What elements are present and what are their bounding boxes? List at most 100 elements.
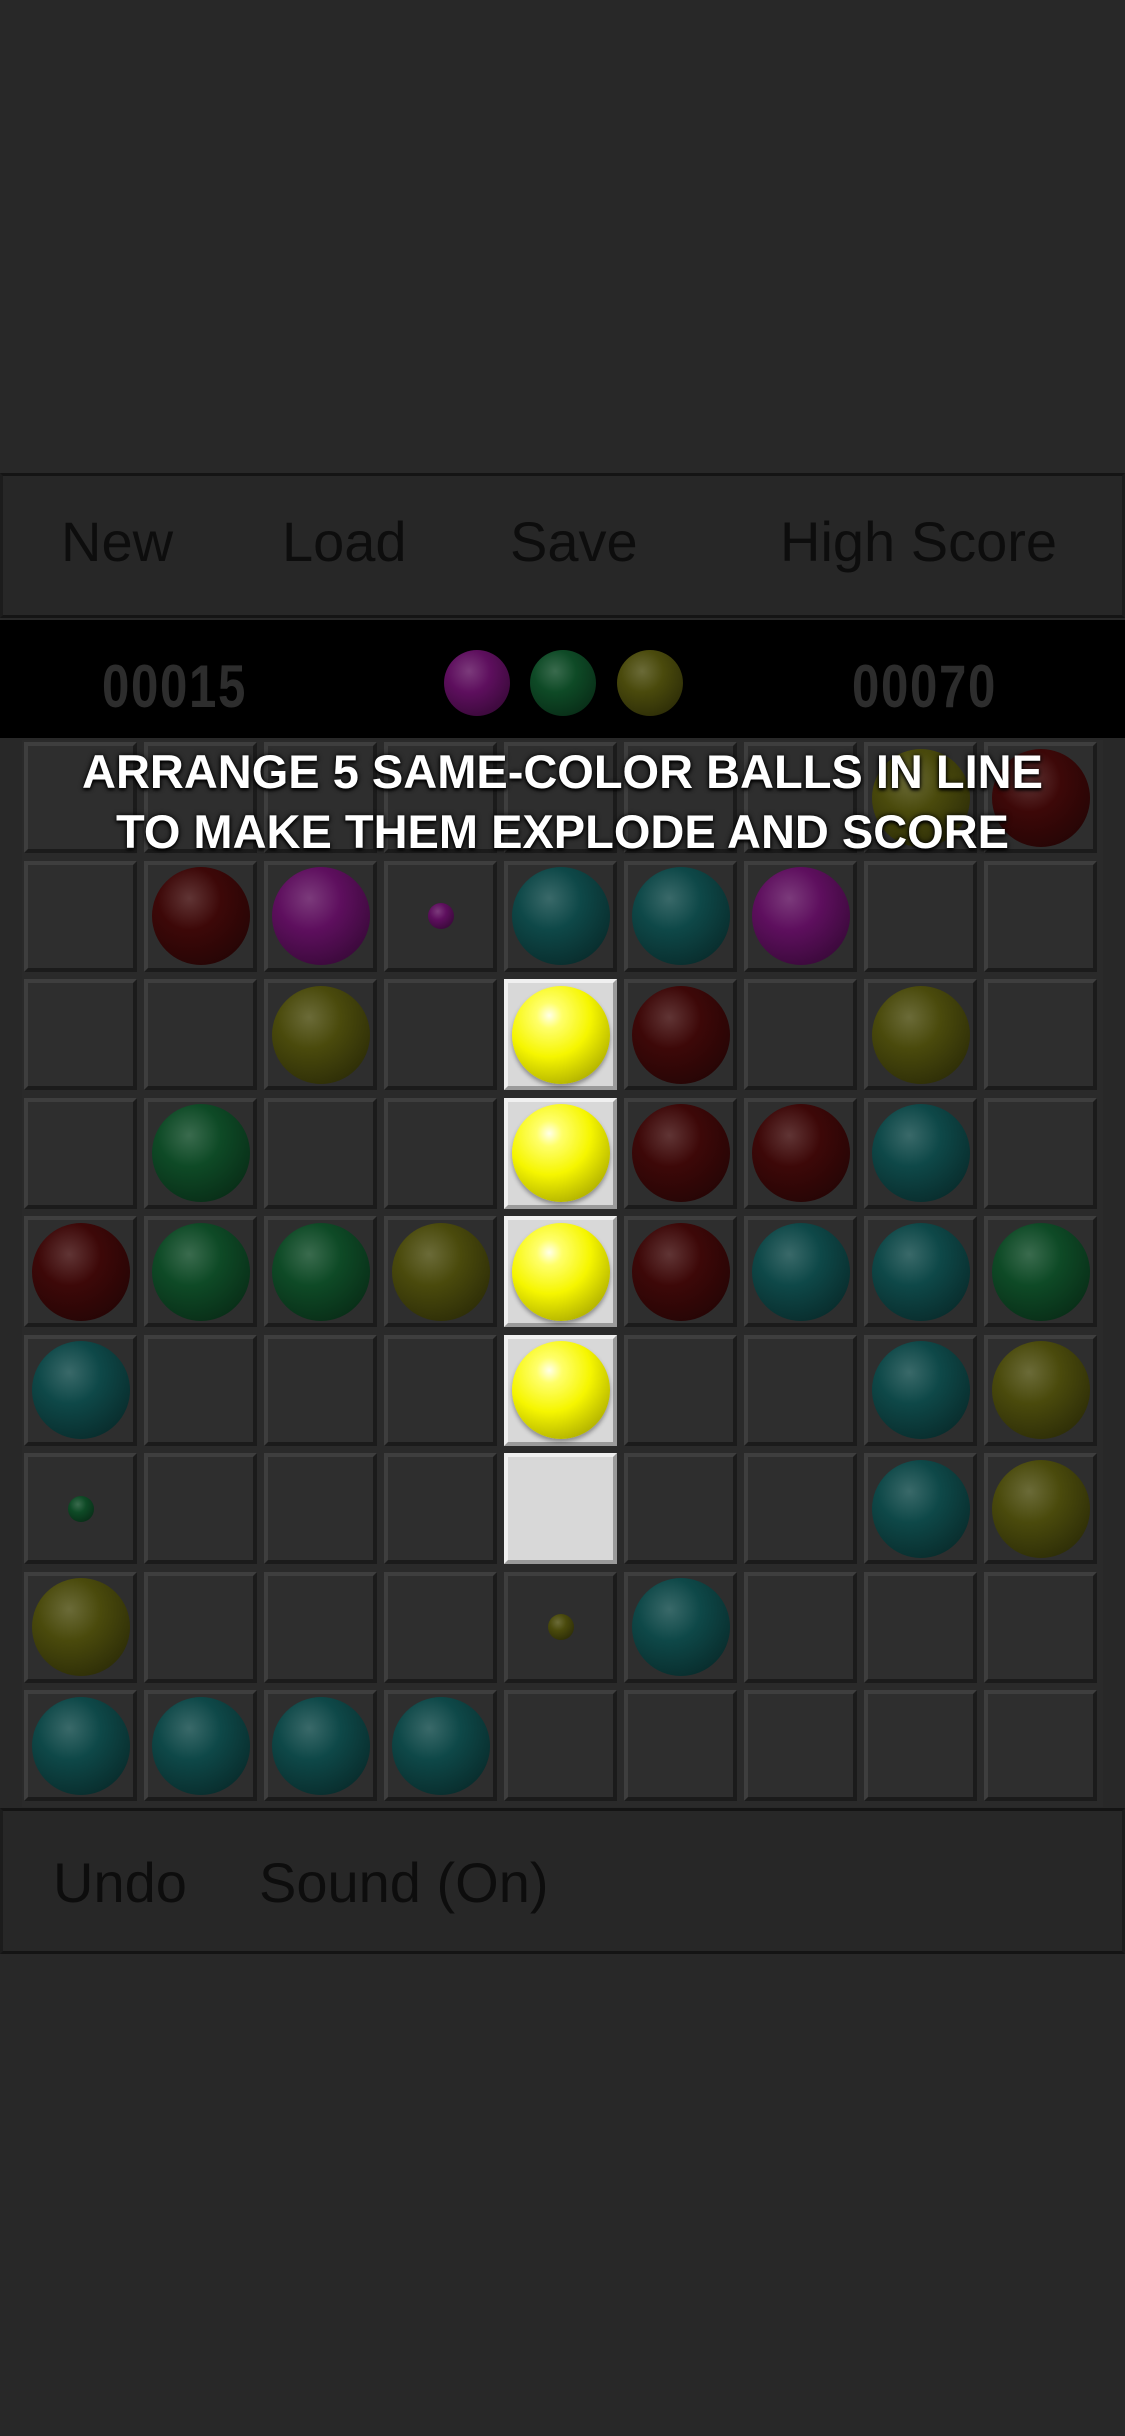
ball-cyan[interactable] [871, 1341, 970, 1439]
ball-red[interactable] [151, 867, 250, 965]
board-cell[interactable] [384, 860, 497, 972]
board-cell[interactable] [384, 1453, 497, 1564]
ball-yellow[interactable] [31, 1578, 130, 1676]
board-cell[interactable] [864, 860, 977, 972]
board-cell[interactable] [624, 1690, 737, 1801]
ball-cyan[interactable] [631, 1578, 730, 1676]
board-cell[interactable] [984, 1571, 1097, 1683]
board-cell[interactable] [144, 1690, 257, 1801]
board-cell[interactable] [504, 1571, 617, 1683]
save-button[interactable]: Save [510, 514, 638, 570]
board-cell[interactable] [984, 1690, 1097, 1801]
board-cell[interactable] [264, 1690, 377, 1801]
board-cell[interactable] [504, 1334, 617, 1446]
ball-cyan[interactable] [31, 1696, 130, 1795]
board-cell[interactable] [24, 1453, 137, 1564]
ball-yellow[interactable] [271, 985, 370, 1084]
new-game-button[interactable]: New [61, 514, 173, 570]
board-cell[interactable] [864, 1571, 977, 1683]
board-cell[interactable] [504, 860, 617, 972]
board-cell[interactable] [504, 1453, 617, 1564]
board-cell[interactable] [864, 1453, 977, 1564]
ball-cyan[interactable] [871, 1222, 970, 1321]
board-cell[interactable] [984, 742, 1097, 853]
board-cell[interactable] [864, 1097, 977, 1209]
board-cell[interactable] [504, 979, 617, 1090]
ball-purple[interactable] [751, 867, 850, 965]
board-cell[interactable] [744, 1097, 857, 1209]
ball-yellow[interactable] [511, 985, 610, 1084]
board-cell[interactable] [144, 860, 257, 972]
ball-yellow[interactable] [511, 1104, 610, 1202]
board-cell[interactable] [864, 979, 977, 1090]
load-button[interactable]: Load [282, 514, 407, 570]
board-cell[interactable] [504, 742, 617, 853]
ball-cyan[interactable] [751, 1222, 850, 1321]
board-cell[interactable] [744, 860, 857, 972]
board-cell[interactable] [744, 1571, 857, 1683]
board-cell[interactable] [264, 1097, 377, 1209]
board-cell[interactable] [384, 1334, 497, 1446]
ball-cyan[interactable] [271, 1696, 370, 1795]
ball-yellow[interactable] [391, 1222, 490, 1321]
board-cell[interactable] [24, 1097, 137, 1209]
board-cell[interactable] [24, 860, 137, 972]
ball-green[interactable] [271, 1222, 370, 1321]
board-cell[interactable] [624, 1453, 737, 1564]
board-cell[interactable] [144, 1334, 257, 1446]
board-cell[interactable] [864, 1216, 977, 1327]
ball-yellow[interactable] [991, 1459, 1090, 1558]
ball-yellow[interactable] [511, 1222, 610, 1321]
board-cell[interactable] [984, 1097, 1097, 1209]
board-cell[interactable] [384, 1571, 497, 1683]
board-cell[interactable] [144, 979, 257, 1090]
board-cell[interactable] [624, 1097, 737, 1209]
board-cell[interactable] [984, 860, 1097, 972]
board-cell[interactable] [744, 1453, 857, 1564]
board-cell[interactable] [24, 1690, 137, 1801]
ball-red[interactable] [631, 1222, 730, 1321]
sound-toggle-button[interactable]: Sound (On) [259, 1855, 549, 1911]
board-cell[interactable] [144, 1571, 257, 1683]
board-cell[interactable] [384, 742, 497, 853]
ball-red[interactable] [991, 748, 1090, 847]
board-cell[interactable] [744, 1690, 857, 1801]
board-cell[interactable] [744, 742, 857, 853]
ball-cyan[interactable] [631, 867, 730, 965]
board-cell[interactable] [384, 979, 497, 1090]
ball-cyan[interactable] [31, 1341, 130, 1439]
board-cell[interactable] [24, 1216, 137, 1327]
board-cell[interactable] [624, 1216, 737, 1327]
board-cell[interactable] [984, 1216, 1097, 1327]
ball-red[interactable] [631, 985, 730, 1084]
board-cell[interactable] [744, 1216, 857, 1327]
board-cell[interactable] [624, 979, 737, 1090]
board-cell[interactable] [144, 1216, 257, 1327]
board-cell[interactable] [384, 1690, 497, 1801]
board-cell[interactable] [504, 1216, 617, 1327]
board-cell[interactable] [384, 1216, 497, 1327]
board-cell[interactable] [504, 1690, 617, 1801]
high-score-button[interactable]: High Score [780, 514, 1057, 570]
ball-green[interactable] [151, 1104, 250, 1202]
ball-green-small[interactable] [67, 1495, 94, 1522]
ball-cyan[interactable] [871, 1459, 970, 1558]
ball-red[interactable] [751, 1104, 850, 1202]
board-cell[interactable] [504, 1097, 617, 1209]
board-cell[interactable] [264, 1453, 377, 1564]
board-cell[interactable] [264, 1571, 377, 1683]
ball-green[interactable] [151, 1222, 250, 1321]
ball-yellow[interactable] [991, 1341, 1090, 1439]
board-cell[interactable] [624, 860, 737, 972]
board-cell[interactable] [864, 1334, 977, 1446]
ball-purple[interactable] [271, 867, 370, 965]
board-cell[interactable] [744, 1334, 857, 1446]
board-cell[interactable] [144, 1453, 257, 1564]
ball-red[interactable] [31, 1222, 130, 1321]
board-cell[interactable] [144, 1097, 257, 1209]
board-cell[interactable] [864, 1690, 977, 1801]
board-cell[interactable] [384, 1097, 497, 1209]
ball-yellow[interactable] [871, 985, 970, 1084]
board-cell[interactable] [24, 1571, 137, 1683]
ball-cyan[interactable] [151, 1696, 250, 1795]
